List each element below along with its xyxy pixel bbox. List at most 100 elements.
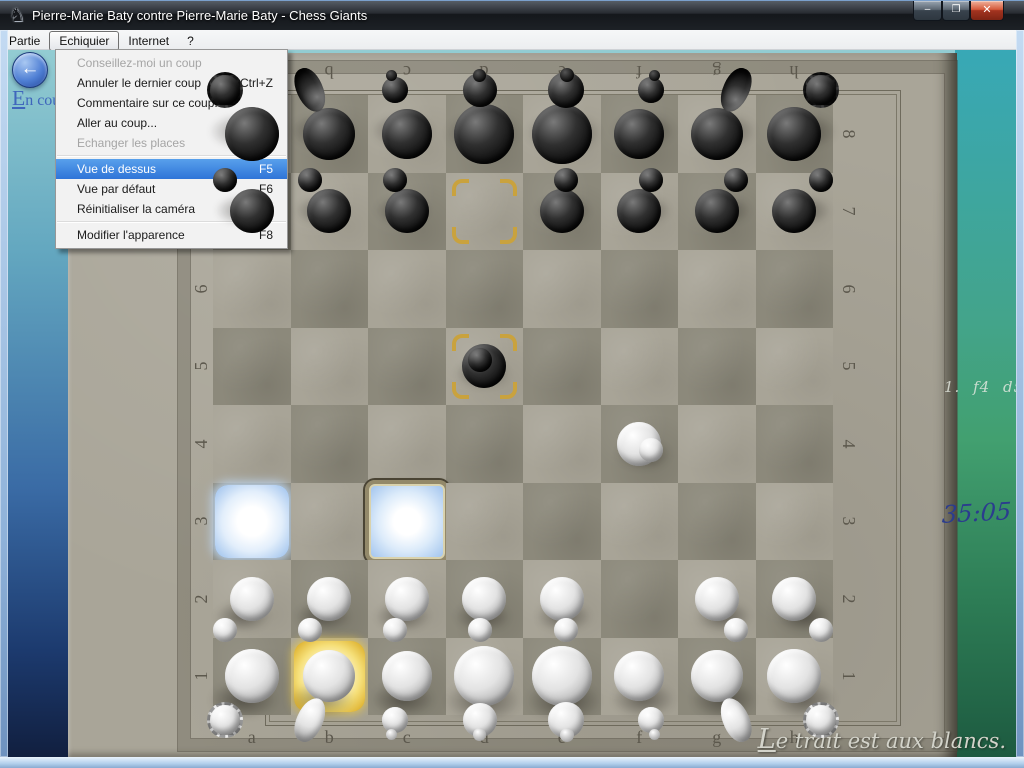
piece-base: [307, 577, 351, 621]
piece-black-pawn-e7[interactable]: [523, 173, 601, 251]
minimize-button[interactable]: –: [913, 1, 942, 21]
square-e3[interactable]: [523, 483, 601, 561]
piece-black-rook-a8[interactable]: [213, 95, 291, 173]
piece-black-pawn-c7[interactable]: [368, 173, 446, 251]
square-f2[interactable]: [601, 560, 679, 638]
square-h4[interactable]: [756, 405, 834, 483]
square-f6[interactable]: [601, 250, 679, 328]
highlight-glow-a3: [215, 485, 289, 559]
piece-white-rook-a1[interactable]: [213, 638, 291, 716]
piece-white-knight-g1[interactable]: [678, 638, 756, 716]
piece-base: [532, 646, 592, 706]
back-button[interactable]: ←: [12, 52, 48, 88]
piece-black-knight-b8[interactable]: [291, 95, 369, 173]
piece-black-queen-d8[interactable]: [446, 95, 524, 173]
square-g4[interactable]: [678, 405, 756, 483]
piece-black-rook-h8[interactable]: [756, 95, 834, 173]
piece-white-king-e1[interactable]: [523, 638, 601, 716]
square-e5[interactable]: [523, 328, 601, 406]
rank-label-right-5: 5: [837, 353, 861, 379]
piece-black-pawn-a7[interactable]: [213, 173, 291, 251]
square-e6[interactable]: [523, 250, 601, 328]
square-g5[interactable]: [678, 328, 756, 406]
piece-white-pawn-g2[interactable]: [678, 560, 756, 638]
piece-base: [307, 189, 351, 233]
square-g3[interactable]: [678, 483, 756, 561]
close-button[interactable]: ✕: [970, 1, 1004, 21]
menu-item-label: Vue de dessus: [77, 159, 156, 179]
title-bar[interactable]: ♞ Pierre-Marie Baty contre Pierre-Marie …: [0, 0, 1024, 30]
square-a6[interactable]: [213, 250, 291, 328]
square-b4[interactable]: [291, 405, 369, 483]
square-b5[interactable]: [291, 328, 369, 406]
move-marker-corner-d7: [452, 227, 469, 244]
piece-base: [695, 577, 739, 621]
maximize-button[interactable]: ❐: [942, 1, 970, 21]
square-d3[interactable]: [446, 483, 524, 561]
piece-white-pawn-e2[interactable]: [523, 560, 601, 638]
piece-white-knight-b1[interactable]: [291, 638, 369, 716]
piece-black-bishop-f8[interactable]: [601, 95, 679, 173]
square-a3[interactable]: [213, 483, 291, 561]
piece-base: [385, 577, 429, 621]
menu-item-label: Réinitialiser la caméra: [77, 199, 195, 219]
piece-base: [540, 189, 584, 233]
piece-black-king-e8[interactable]: [523, 95, 601, 173]
piece-base: [540, 577, 584, 621]
piece-black-pawn-f7[interactable]: [601, 173, 679, 251]
piece-white-rook-h1[interactable]: [756, 638, 834, 716]
piece-white-bishop-c1[interactable]: [368, 638, 446, 716]
piece-knob: [386, 729, 397, 740]
square-h6[interactable]: [756, 250, 834, 328]
piece-head: [382, 77, 408, 103]
square-f5[interactable]: [601, 328, 679, 406]
square-d6[interactable]: [446, 250, 524, 328]
square-a5[interactable]: [213, 328, 291, 406]
menu-item-annuler-le-dernier-coup[interactable]: Annuler le dernier coupCtrl+Z: [56, 73, 287, 93]
piece-base: [772, 189, 816, 233]
piece-base: [767, 107, 821, 161]
piece-black-bishop-c8[interactable]: [368, 95, 446, 173]
square-h5[interactable]: [756, 328, 834, 406]
square-g6[interactable]: [678, 250, 756, 328]
square-d4[interactable]: [446, 405, 524, 483]
rank-label-right-7: 7: [837, 198, 861, 224]
piece-white-queen-d1[interactable]: [446, 638, 524, 716]
piece-white-bishop-f1[interactable]: [601, 638, 679, 716]
menu-item-conseillez-moi-un-coup[interactable]: Conseillez-moi un coup: [56, 53, 287, 73]
square-c5[interactable]: [368, 328, 446, 406]
piece-head: [213, 168, 237, 192]
square-b3[interactable]: [291, 483, 369, 561]
white-move: f4: [973, 378, 990, 396]
square-c6[interactable]: [368, 250, 446, 328]
piece-white-pawn-d2[interactable]: [446, 560, 524, 638]
square-b6[interactable]: [291, 250, 369, 328]
piece-white-pawn-h2[interactable]: [756, 560, 834, 638]
menubar-item-internet[interactable]: Internet: [119, 32, 178, 50]
square-h3[interactable]: [756, 483, 834, 561]
menu-item-shortcut: Ctrl+Z: [240, 73, 273, 93]
piece-white-pawn-c2[interactable]: [368, 560, 446, 638]
square-d7[interactable]: [446, 173, 524, 251]
piece-black-pawn-g7[interactable]: [678, 173, 756, 251]
square-e4[interactable]: [523, 405, 601, 483]
square-a4[interactable]: [213, 405, 291, 483]
piece-base: [462, 577, 506, 621]
square-c4[interactable]: [368, 405, 446, 483]
menubar-item-[interactable]: ?: [178, 32, 203, 50]
piece-black-knight-g8[interactable]: [678, 95, 756, 173]
piece-knob: [386, 70, 397, 81]
square-c3[interactable]: [368, 483, 446, 561]
piece-head: [298, 168, 322, 192]
piece-white-pawn-f4[interactable]: [601, 405, 679, 483]
square-f3[interactable]: [601, 483, 679, 561]
piece-white-pawn-b2[interactable]: [291, 560, 369, 638]
move-list: 1. f4 d5: [944, 378, 1016, 396]
menubar-item-echiquier[interactable]: Echiquier: [49, 31, 119, 51]
piece-black-pawn-d5[interactable]: [446, 328, 524, 406]
file-label-top-h: h: [781, 60, 807, 84]
piece-black-pawn-h7[interactable]: [756, 173, 834, 251]
piece-black-pawn-b7[interactable]: [291, 173, 369, 251]
piece-head: [207, 702, 243, 738]
piece-white-pawn-a2[interactable]: [213, 560, 291, 638]
